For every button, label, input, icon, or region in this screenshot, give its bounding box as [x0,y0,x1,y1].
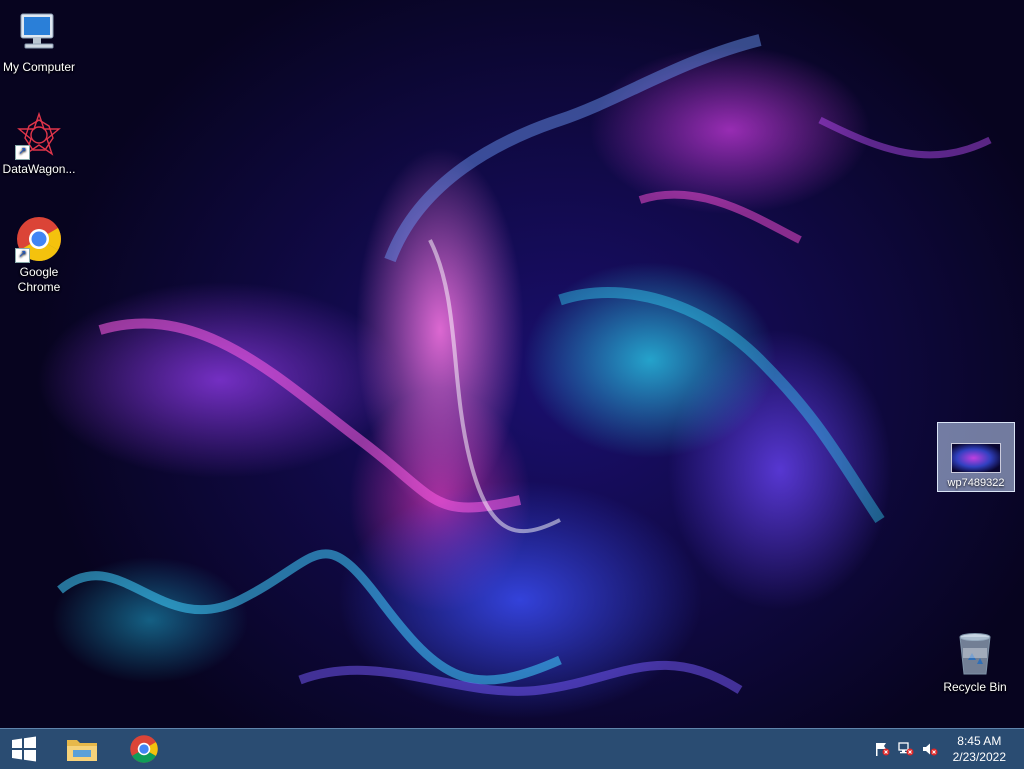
chrome-icon [130,735,158,763]
start-button[interactable] [0,729,48,769]
desktop-icon-my-computer[interactable]: My Computer [0,10,78,75]
folder-icon [67,740,97,761]
desktop-icon-google-chrome[interactable]: ↗ Google Chrome [0,215,78,295]
file-explorer-button[interactable] [56,729,108,769]
chrome-icon: ↗ [15,215,63,263]
action-center-flag-icon[interactable] [874,742,890,756]
system-clock[interactable]: 8:45 AM 2/23/2022 [953,733,1006,765]
wallpaper-swirls [57,34,992,696]
desktop-icon-label: Recycle Bin [943,680,1007,694]
desktop-icon-datawagon[interactable]: ↗ DataWagon... [0,111,78,177]
computer-icon [15,10,63,58]
desktop-icon-label: DataWagon... [2,162,76,176]
google-chrome-taskbar-button[interactable] [118,729,170,769]
shortcut-arrow-icon: ↗ [15,145,30,160]
clock-time: 8:45 AM [957,734,1002,748]
desktop-icon-label: My Computer [2,60,76,74]
recycle-bin-icon [951,630,999,678]
desktop-wallpaper: My Computer ↗ DataWagon... ↗ Google Chro… [0,0,1024,728]
clock-date: 2/23/2022 [952,750,1006,764]
datawagon-icon: ↗ [15,111,63,160]
desktop-file-label: wp7489322 [947,477,1005,489]
desktop-icon-label: Google Chrome [17,265,61,294]
network-icon[interactable] [898,742,914,756]
desktop-file-wp7489322[interactable]: wp7489322 [937,422,1015,492]
windows-logo-icon [12,736,36,762]
image-file-icon [951,443,1001,473]
desktop-icon-recycle-bin[interactable]: Recycle Bin [936,630,1014,695]
volume-muted-icon[interactable] [922,742,938,756]
shortcut-arrow-icon: ↗ [15,248,30,263]
taskbar: 8:45 AM 2/23/2022 [0,728,1024,769]
